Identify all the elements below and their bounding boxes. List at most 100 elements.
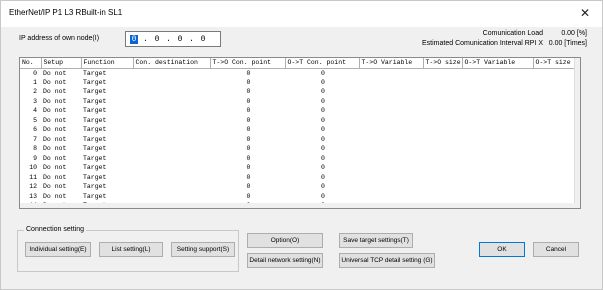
comm-load-label: Comunication Load — [482, 30, 543, 37]
close-icon[interactable]: ✕ — [580, 6, 590, 20]
save-target-settings-button[interactable]: Save target settings(T) — [339, 233, 413, 248]
table-cell — [133, 182, 210, 192]
table-cell: Target — [83, 164, 107, 172]
table-cell: 0 — [321, 183, 325, 191]
ip-octet-4[interactable]: 0 — [194, 35, 212, 44]
table-cell: Do not — [43, 78, 67, 86]
table-cell: Target — [83, 97, 107, 105]
table-cell: Target — [83, 192, 107, 200]
title-bar: EtherNet/IP P1 L3 RBuilt-in SL1 ✕ — [1, 1, 602, 27]
table-cell — [359, 182, 423, 192]
table-cell — [533, 144, 576, 154]
table-cell — [423, 78, 462, 88]
horizontal-scrollbar[interactable] — [20, 203, 576, 208]
window-title: EtherNet/IP P1 L3 RBuilt-in SL1 — [9, 8, 123, 17]
option-button[interactable]: Option(O) — [247, 233, 323, 248]
table-row[interactable]: 13 Do not Target 0 0 — [20, 192, 576, 202]
table-cell — [359, 97, 423, 107]
vertical-scrollbar[interactable] — [574, 58, 580, 208]
table-cell: 7 — [33, 135, 37, 143]
table-cell — [462, 154, 533, 164]
table-cell — [533, 116, 576, 126]
table-cell — [133, 97, 210, 107]
table-cell: 0 — [321, 164, 325, 172]
table-cell — [533, 97, 576, 107]
table-cell — [462, 182, 533, 192]
table-cell — [133, 163, 210, 173]
comm-load-value: 0.00 [%] — [561, 30, 587, 37]
table-cell — [133, 173, 210, 183]
table-row[interactable]: 2 Do not Target 0 0 — [20, 87, 576, 97]
table-cell: 0 — [321, 88, 325, 96]
column-header[interactable]: Con. destination — [133, 58, 211, 69]
table-cell — [462, 87, 533, 97]
table-cell: Target — [83, 107, 107, 115]
ok-button[interactable]: OK — [479, 242, 525, 257]
column-header[interactable]: O->T Con. point — [285, 58, 360, 69]
ip-octet-2[interactable]: 0 — [148, 35, 166, 44]
individual-setting-button[interactable]: Individual setting(E) — [25, 242, 91, 257]
table-cell — [533, 163, 576, 173]
column-header[interactable]: Setup — [41, 58, 82, 69]
table-cell: Target — [83, 126, 107, 134]
setting-support-button[interactable]: Setting support(S) — [171, 242, 235, 257]
table-row[interactable]: 7 Do not Target 0 0 — [20, 135, 576, 145]
table-cell: Target — [83, 183, 107, 191]
table-cell — [533, 68, 576, 78]
table-row[interactable]: 3 Do not Target 0 0 — [20, 97, 576, 107]
ip-address-label: IP address of own node(I) — [19, 35, 100, 42]
table-cell: 0 — [246, 107, 251, 115]
table-cell — [359, 68, 423, 78]
table-cell: 0 — [321, 135, 325, 143]
table-cell — [133, 116, 210, 126]
ip-octet-1[interactable]: 0 — [130, 34, 138, 44]
table-cell — [133, 135, 210, 145]
table-cell — [423, 106, 462, 116]
table-cell — [423, 97, 462, 107]
table-cell — [462, 125, 533, 135]
cancel-button[interactable]: Cancel — [533, 242, 579, 257]
column-header[interactable]: No. — [20, 58, 42, 69]
table-cell — [533, 135, 576, 145]
table-cell — [359, 87, 423, 97]
column-header[interactable]: T->O Variable — [359, 58, 424, 69]
table-row[interactable]: 4 Do not Target 0 0 — [20, 106, 576, 116]
load-info: Comunication Load 0.00 [%] Estimated Com… — [422, 29, 587, 49]
column-header[interactable]: Function — [81, 58, 134, 69]
table-cell: Target — [83, 173, 107, 181]
table-row[interactable]: 0 Do not Target 0 0 — [20, 68, 576, 78]
ip-address-field[interactable]: 0 . 0 . 0 . 0 — [125, 31, 221, 47]
column-header[interactable]: T->O size — [423, 58, 463, 69]
column-header[interactable]: T->O Con. point — [210, 58, 286, 69]
table-row[interactable]: 6 Do not Target 0 0 — [20, 125, 576, 135]
list-setting-button[interactable]: List setting(L) — [99, 242, 163, 257]
table-cell — [423, 68, 462, 78]
table-cell: 5 — [33, 116, 37, 124]
table-row[interactable]: 12 Do not Target 0 0 — [20, 182, 576, 192]
table-cell — [359, 78, 423, 88]
table-row[interactable]: 11 Do not Target 0 0 — [20, 173, 576, 183]
table-row[interactable]: 10 Do not Target 0 0 — [20, 163, 576, 173]
table-cell — [462, 173, 533, 183]
table-cell: 10 — [29, 164, 37, 172]
column-header[interactable]: O->T size — [533, 58, 577, 69]
table-cell — [133, 78, 210, 88]
table-cell: Do not — [43, 164, 67, 172]
table-cell — [462, 192, 533, 202]
connection-table[interactable]: No. Setup Function Con. destination T->O Con… — [19, 57, 581, 209]
table-cell: Target — [83, 145, 107, 153]
table-row[interactable]: 5 Do not Target 0 0 — [20, 116, 576, 126]
table-body: 0 Do not Target 0 0 1 Do not Target 0 0 2 Do not Tar… — [20, 68, 576, 209]
table-header-row: No. Setup Function Con. destination T->O Con… — [20, 58, 577, 69]
detail-network-setting-button[interactable]: Detail network setting(N) — [247, 253, 323, 268]
table-cell — [533, 154, 576, 164]
universal-tcp-detail-button[interactable]: Universal TCP detail setting (G) — [339, 253, 435, 268]
table-row[interactable]: 1 Do not Target 0 0 — [20, 78, 576, 88]
table-row[interactable]: 9 Do not Target 0 0 — [20, 154, 576, 164]
table-cell — [533, 173, 576, 183]
column-header[interactable]: O->T Variable — [462, 58, 534, 69]
table-row[interactable]: 8 Do not Target 0 0 — [20, 144, 576, 154]
table-cell: Do not — [43, 88, 67, 96]
ip-octet-3[interactable]: 0 — [171, 35, 189, 44]
table-cell: 0 — [321, 116, 325, 124]
